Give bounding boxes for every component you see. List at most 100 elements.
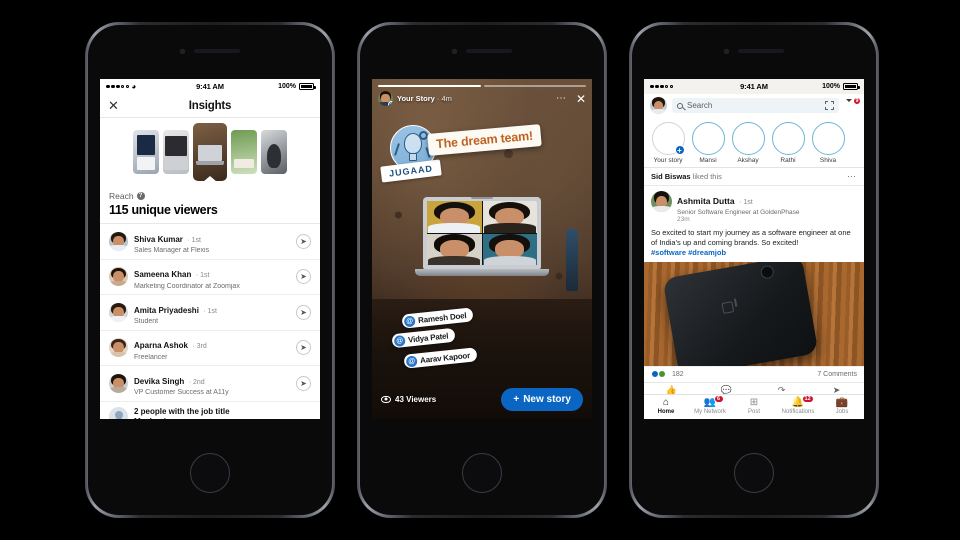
send-icon[interactable]: ➤ <box>296 269 311 285</box>
story-author: Your Story · 4m <box>397 94 452 103</box>
tab-post[interactable]: ⊞ Post <box>732 395 776 419</box>
front-camera-icon <box>180 48 185 54</box>
comment-count[interactable]: 7 Comments <box>817 371 857 378</box>
status-time: 9:41 AM <box>196 82 224 91</box>
send-icon[interactable]: ➤ <box>296 304 311 320</box>
story-item-your-story[interactable]: + Your story <box>650 122 686 164</box>
viewer-degree: · 1st <box>203 307 217 315</box>
avatar[interactable]: + <box>378 91 393 106</box>
briefcase-icon: 💼 <box>835 396 849 408</box>
post-author[interactable]: Ashmita Dutta <box>677 196 735 206</box>
status-badge: 6 <box>713 394 724 403</box>
viewer-name: Shiva Kumar <box>134 234 183 244</box>
story-item-mansi[interactable]: Mansi <box>690 122 726 164</box>
avatar[interactable] <box>651 191 672 212</box>
mention-name: Ramesh Doel <box>417 310 467 325</box>
at-icon: @ <box>405 354 418 368</box>
screen-right: 9:41 AM 100% Search 9 + Your story Mansi… <box>644 79 864 419</box>
bottom-tab-bar: ⌂ Home 👥 6 My Network ⊞ Post 🔔 12 Notifi… <box>644 393 864 419</box>
story-item-label: Shiva <box>819 157 837 164</box>
reaction-icons[interactable]: 182 <box>651 370 684 379</box>
list-item[interactable] <box>231 130 257 174</box>
search-row: Search 9 <box>644 94 864 117</box>
story-item-shiva[interactable]: Shiva <box>810 122 846 164</box>
story-footer: 43 Viewers + New story <box>372 379 592 419</box>
phone-device-photo <box>662 261 819 366</box>
battery-icon <box>299 83 316 90</box>
home-button[interactable] <box>462 453 502 493</box>
avatar <box>109 302 128 322</box>
like-button[interactable]: 👍 Like <box>644 383 699 393</box>
send-icon[interactable]: ➤ <box>296 375 311 391</box>
send-icon[interactable]: ➤ <box>296 340 311 356</box>
post-hashtags[interactable]: #software #dreamjob <box>651 248 857 258</box>
avatar[interactable] <box>650 97 667 114</box>
avatar <box>109 338 128 358</box>
mention-name: Vidya Patel <box>407 330 449 345</box>
plus-badge-icon[interactable]: + <box>674 145 685 155</box>
insights-navbar: ✕ Insights <box>100 94 320 118</box>
reach-value: 115 unique viewers <box>109 203 218 217</box>
plus-badge-icon[interactable]: + <box>387 100 393 106</box>
table-row[interactable]: Sameena Khan · 1st Marketing Coordinator… <box>100 260 320 295</box>
close-icon[interactable]: ✕ <box>108 99 119 112</box>
comment-button[interactable]: 💬 Comment <box>699 383 754 393</box>
avatar <box>109 231 128 251</box>
home-icon: ⌂ <box>662 396 670 408</box>
home-button[interactable] <box>190 453 230 493</box>
list-item[interactable] <box>163 130 189 174</box>
list-item[interactable] <box>261 130 287 174</box>
more-horizontal-icon[interactable]: ⋯ <box>556 93 567 104</box>
story-rail[interactable]: + Your story Mansi Akshay Rathi Shiva <box>644 117 864 168</box>
story-item-rathi[interactable]: Rathi <box>770 122 806 164</box>
messaging-icon[interactable]: 9 <box>844 96 861 112</box>
viewer-name: Sameena Khan <box>134 270 192 279</box>
question-mark-icon[interactable]: ? <box>136 192 145 200</box>
new-story-label: New story <box>523 393 571 405</box>
story-item-label: Akshay <box>737 157 759 164</box>
call-participant <box>482 201 537 233</box>
wrench-icon <box>394 143 400 156</box>
screen-middle: + Your Story · 4m ⋯ ✕ JUGAAD The dream t… <box>372 79 592 419</box>
search-input[interactable]: Search <box>672 98 839 113</box>
more-horizontal-icon[interactable]: ⋯ <box>847 172 857 181</box>
list-item[interactable] <box>193 123 227 181</box>
table-row[interactable]: Shiva Kumar · 1st Sales Manager at Flexi… <box>100 224 320 260</box>
new-story-button[interactable]: + New story <box>501 387 583 411</box>
post-image[interactable] <box>644 261 864 366</box>
tab-label: Home <box>657 409 675 415</box>
table-row[interactable]: Devika Singh · 2nd VP Customer Success a… <box>100 366 320 402</box>
status-badge: 12 <box>801 394 814 403</box>
story-viewer[interactable]: + Your Story · 4m ⋯ ✕ JUGAAD The dream t… <box>372 79 592 419</box>
table-row-grouped[interactable]: 2 people with the job title Mechanic <box>100 402 320 419</box>
post-body: So excited to start my journey as a soft… <box>644 226 864 262</box>
post-body-text: So excited to start my journey as a soft… <box>651 228 851 247</box>
viewer-list[interactable]: Shiva Kumar · 1st Sales Manager at Flexi… <box>100 223 320 419</box>
camera-lens-icon <box>760 264 776 280</box>
close-icon[interactable]: ✕ <box>576 93 586 105</box>
avatar <box>109 373 128 393</box>
send-button[interactable]: ➤ Send <box>809 383 864 393</box>
list-item[interactable] <box>133 130 159 174</box>
tab-my-network[interactable]: 👥 6 My Network <box>688 394 732 419</box>
viewer-count[interactable]: 43 Viewers <box>381 395 436 404</box>
tab-notifications[interactable]: 🔔 12 Notifications <box>776 394 820 419</box>
home-button[interactable] <box>734 453 774 493</box>
story-thumbnail-carousel[interactable] <box>100 118 320 186</box>
video-call-grid <box>427 201 537 265</box>
viewer-degree: · 1st <box>195 272 210 279</box>
laptop-photo <box>415 197 549 276</box>
table-row[interactable]: Aparna Ashok · 3rd Freelancer ➤ <box>100 331 320 366</box>
plus-square-icon: ⊞ <box>749 396 759 408</box>
share-button[interactable]: ↷ Share <box>754 383 809 393</box>
qr-scan-icon[interactable] <box>825 101 834 110</box>
tab-home[interactable]: ⌂ Home <box>644 395 688 419</box>
tab-jobs[interactable]: 💼 Jobs <box>820 395 864 419</box>
viewer-name: Aparna Ashok <box>134 341 188 350</box>
tab-label: Notifications <box>781 409 815 415</box>
send-icon[interactable]: ➤ <box>296 233 311 249</box>
table-row[interactable]: Amita Priyadeshi · 1st Student ➤ <box>100 295 320 331</box>
story-item-akshay[interactable]: Akshay <box>730 122 766 164</box>
status-badge: 9 <box>852 96 861 105</box>
liked-banner: Sid Biswas liked this ⋯ <box>644 168 864 186</box>
